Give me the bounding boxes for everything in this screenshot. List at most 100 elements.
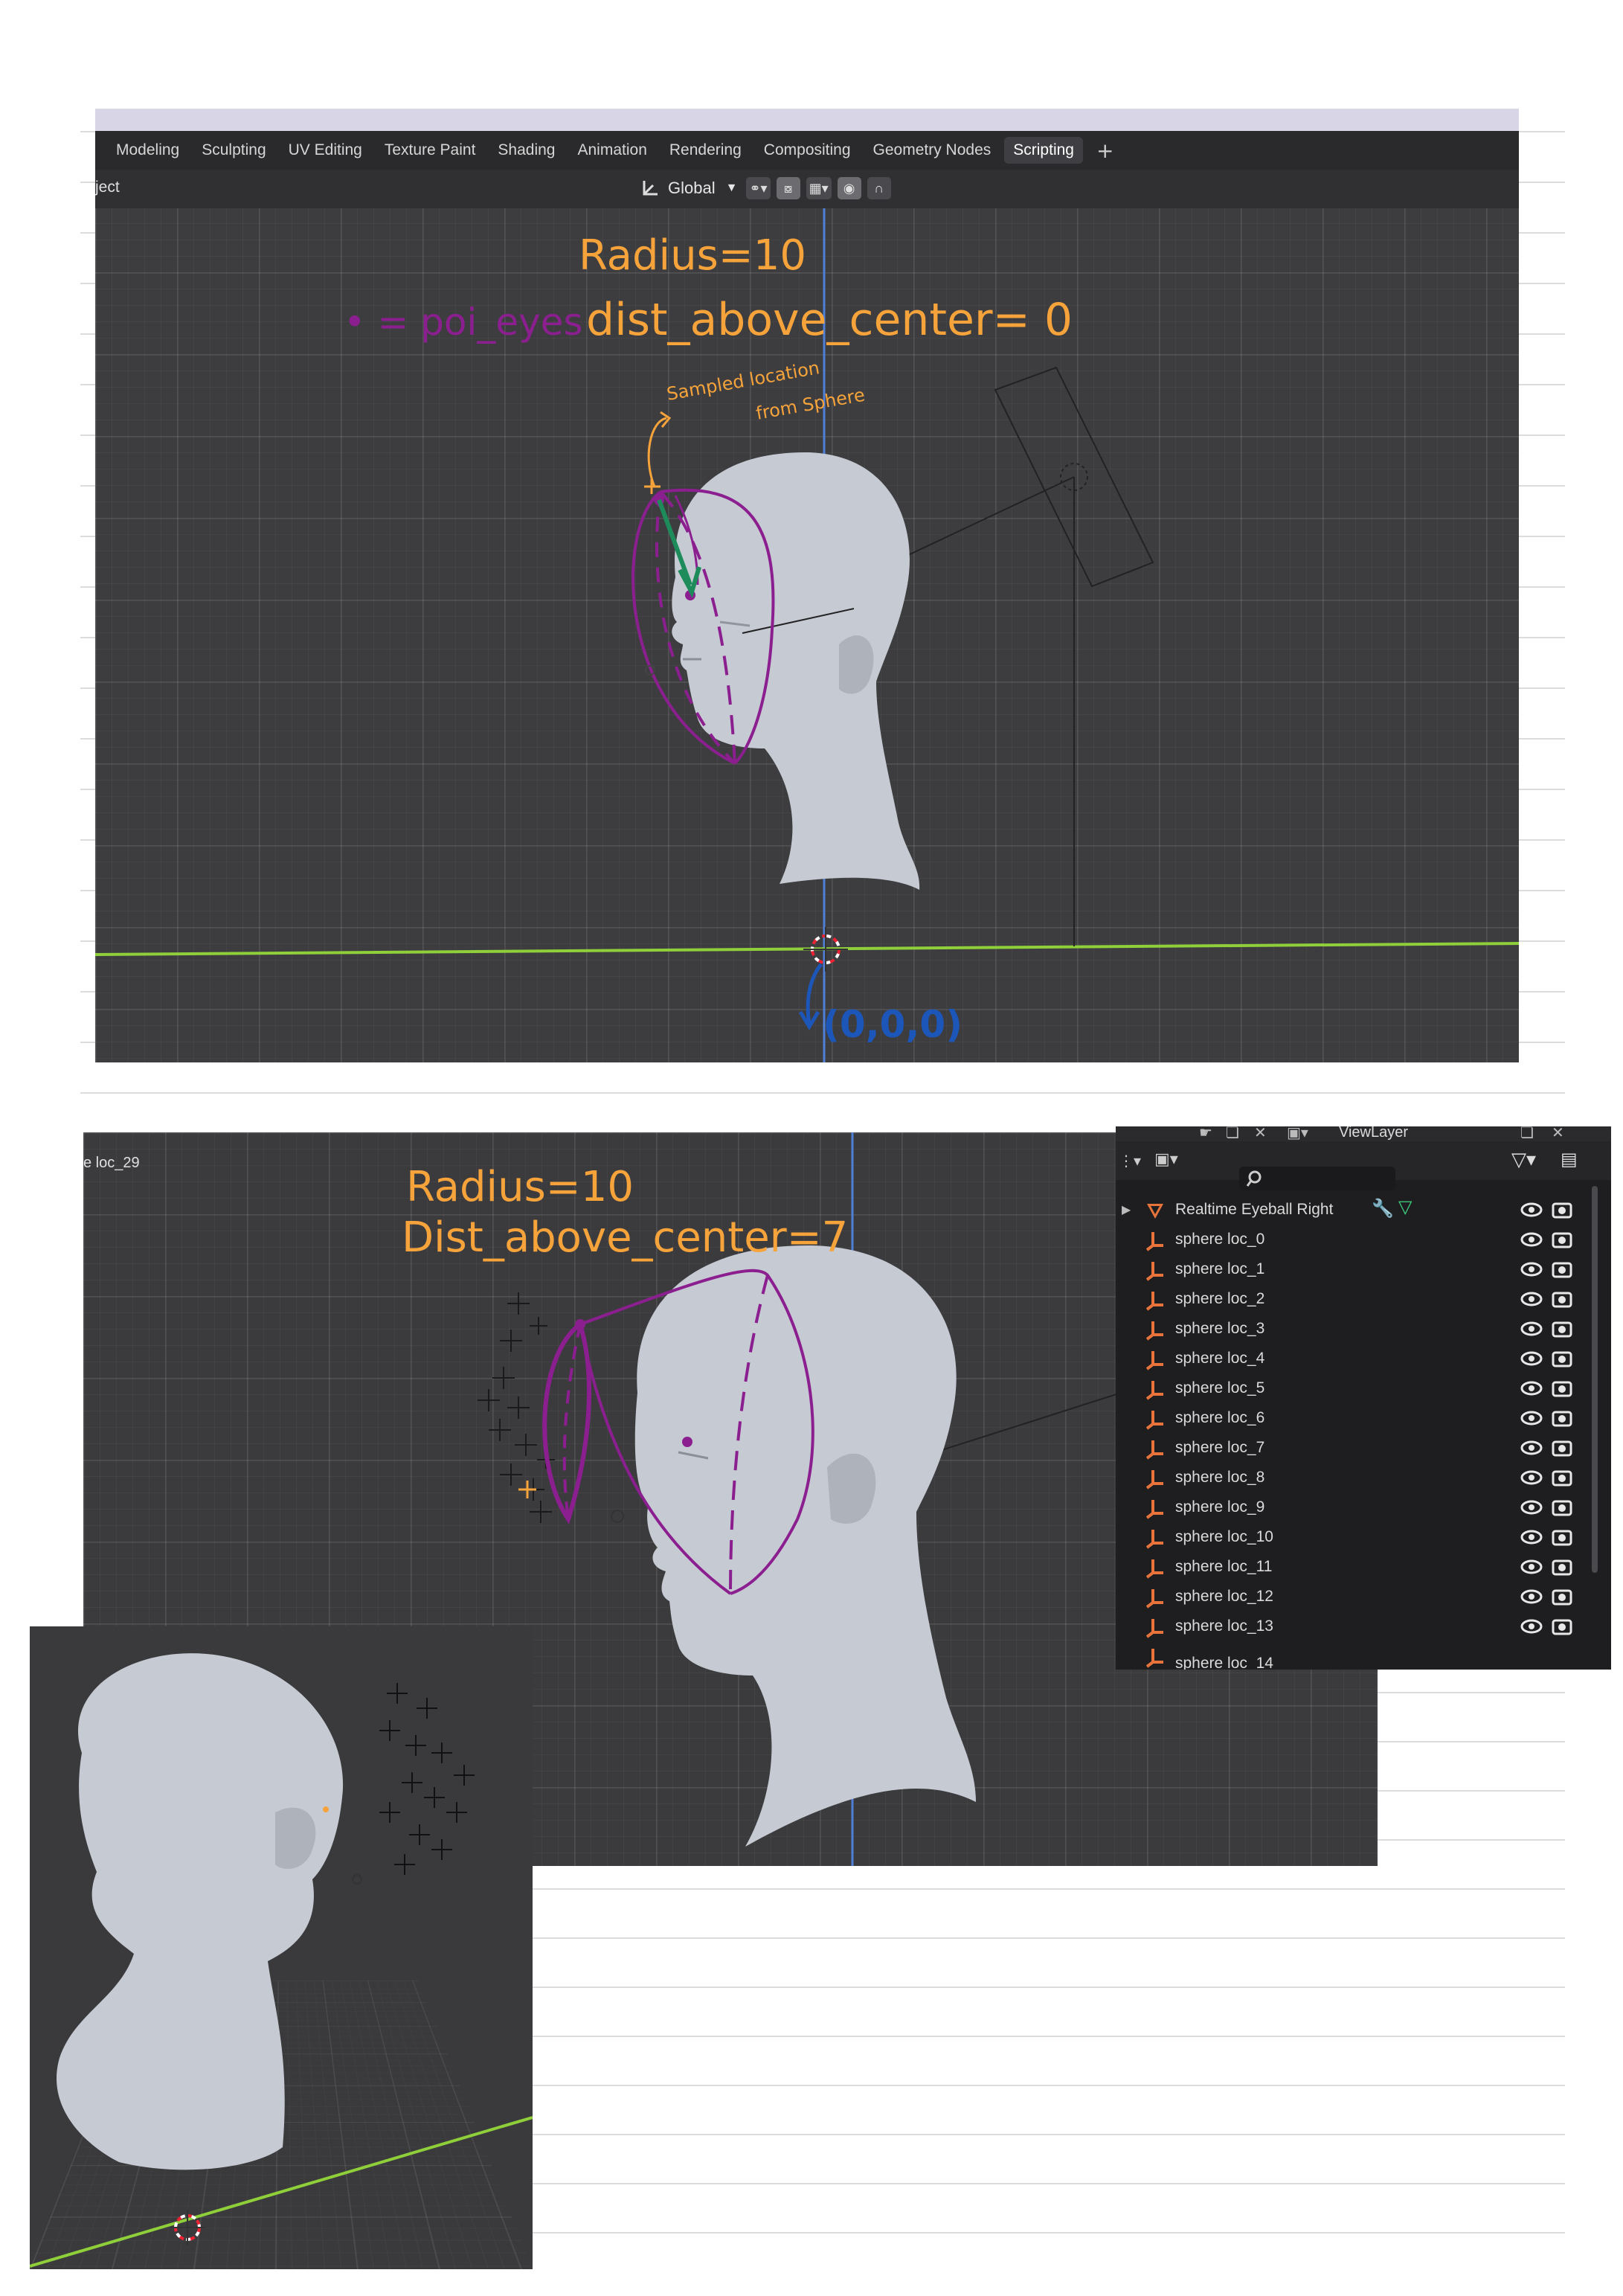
new-layer-icon[interactable]: ❏ [1520,1126,1534,1141]
outliner-top-header: ☛ ❏ ✕ ▣▾ ViewLayer ❏ ✕ [1116,1126,1611,1141]
outliner-panel: ☛ ❏ ✕ ▣▾ ViewLayer ❏ ✕ ⋮▾ ▣▾ ▽▾ ▤ ▶ Real… [1116,1126,1611,1670]
outliner-item-label: sphere loc_14 [1175,1655,1273,1670]
outliner-item-label: sphere loc_3 [1175,1320,1265,1337]
eye-icon[interactable] [1520,1321,1543,1336]
outliner-parent-row[interactable]: ▶ Realtime Eyeball Right 🔧 ▽ [1116,1195,1592,1225]
legend-poi-eyes: • = poi_eyes [344,301,583,344]
pin-icon[interactable]: ☛ [1199,1126,1212,1141]
sampled-point [323,1806,329,1812]
camera-icon[interactable] [1552,1498,1572,1516]
expand-arrow-icon[interactable]: ▶ [1122,1202,1131,1217]
new-scene-icon[interactable]: ❏ [1226,1126,1239,1141]
eye-icon[interactable] [1520,1470,1543,1485]
empty-object-icon [1145,1232,1163,1251]
camera-icon[interactable] [1552,1320,1572,1338]
empty-object-icon [1145,1440,1163,1460]
filter-icon[interactable]: ▽▾ [1511,1149,1536,1171]
parent-object-label: Realtime Eyeball Right [1175,1201,1334,1218]
outliner-item[interactable]: sphere loc_13 [1116,1612,1592,1641]
outliner-item-label: sphere loc_9 [1175,1498,1265,1516]
radius-annotation: Radius=10 [406,1163,634,1211]
camera-icon[interactable] [1552,1558,1572,1576]
sampled-pointer [644,411,672,494]
eye-icon[interactable] [1520,1411,1543,1426]
close-icon[interactable]: ✕ [1254,1126,1267,1141]
empty-object-icon [1145,1321,1163,1341]
outliner-item-label: sphere loc_6 [1175,1409,1265,1426]
camera-icon[interactable] [1552,1439,1572,1457]
eye-icon[interactable] [1520,1619,1543,1634]
wrench-icon[interactable]: 🔧 [1372,1198,1394,1219]
outliner-item-label: sphere loc_2 [1175,1290,1265,1307]
radius-annotation: Radius=10 [579,231,806,280]
outliner-item[interactable]: sphere loc_2 [1116,1284,1592,1314]
camera-icon[interactable] [1552,1617,1572,1635]
outliner-item[interactable]: sphere loc_6 [1116,1403,1592,1433]
display-mode-icon[interactable]: ▣▾ [1154,1150,1178,1169]
outliner-filter-bar: ⋮▾ ▣▾ ▽▾ ▤ [1116,1141,1611,1190]
outliner-item[interactable]: sphere loc_1 [1116,1254,1592,1284]
outliner-item[interactable]: sphere loc_5 [1116,1373,1592,1403]
eye-icon[interactable] [1520,1351,1543,1366]
dist-annotation: Dist_above_center=7 [402,1213,848,1262]
camera-icon[interactable] [1552,1379,1572,1397]
outliner-item[interactable]: sphere loc_10 [1116,1522,1592,1552]
empty-object-icon [1145,1411,1163,1430]
view-layer-icon[interactable]: ▣▾ [1287,1126,1308,1141]
camera-icon[interactable] [1552,1231,1572,1248]
camera-icon[interactable] [1552,1201,1572,1219]
empty-marker [352,1874,362,1885]
from-sphere-note: from Sphere [754,385,867,424]
eye-icon[interactable] [1520,1559,1543,1574]
outliner-item-label: sphere loc_8 [1175,1469,1265,1486]
new-collection-icon[interactable]: ▤ [1561,1149,1578,1170]
camera-icon[interactable] [1552,1260,1572,1278]
camera-icon[interactable] [1552,1588,1572,1606]
editor-type-icon[interactable]: ⋮▾ [1119,1152,1141,1170]
outliner-item-label: sphere loc_12 [1175,1588,1273,1605]
eye-icon[interactable] [1520,1440,1543,1455]
empty-object-icon [1145,1589,1163,1609]
eye-icon[interactable] [1520,1500,1543,1515]
camera-icon[interactable] [1552,1409,1572,1427]
origin-arrow [798,963,823,1030]
eye-icon[interactable] [1520,1381,1543,1396]
outliner-item[interactable]: sphere loc_0 [1116,1225,1592,1254]
outliner-item-label: sphere loc_0 [1175,1231,1265,1248]
camera-icon[interactable] [1552,1469,1572,1487]
outliner-item-label: sphere loc_10 [1175,1528,1273,1545]
outliner-item[interactable]: sphere loc_8 [1116,1463,1592,1492]
3d-cursor-icon [803,927,848,972]
camera-icon[interactable] [1552,1350,1572,1367]
outliner-item[interactable]: sphere loc_12 [1116,1582,1592,1612]
camera-icon[interactable] [1552,1290,1572,1308]
outliner-item[interactable]: sphere loc_9 [1116,1492,1592,1522]
empty-object-icon [1145,1530,1163,1549]
view-layer-name[interactable]: ViewLayer [1339,1126,1408,1141]
outliner-item[interactable]: sphere loc_7 [1116,1433,1592,1463]
outliner-item-label: sphere loc_4 [1175,1350,1265,1367]
mesh-data-icon[interactable]: ▽ [1398,1196,1412,1218]
eye-icon[interactable] [1520,1262,1543,1277]
eye-icon[interactable] [1520,1202,1543,1217]
empty-object-icon [1145,1262,1163,1281]
origin-annotation: (0,0,0) [823,1003,962,1046]
head-model [672,452,920,890]
eye-icon[interactable] [1520,1530,1543,1545]
outliner-item-label: sphere loc_1 [1175,1260,1265,1277]
outliner-item[interactable]: sphere loc_11 [1116,1552,1592,1582]
outliner-item[interactable]: sphere loc_3 [1116,1314,1592,1344]
viewport-scene-3 [30,1653,533,2268]
empty-object-icon [1145,1292,1163,1311]
camera-icon[interactable] [1552,1528,1572,1546]
outliner-item[interactable]: sphere loc_14 [1116,1641,1592,1670]
empty-object-icon [1145,1470,1163,1489]
eye-icon[interactable] [1520,1232,1543,1247]
eye-icon[interactable] [1520,1292,1543,1306]
remove-layer-icon[interactable]: ✕ [1552,1126,1564,1141]
outliner-scrollbar[interactable] [1592,1186,1598,1573]
search-input[interactable] [1239,1167,1395,1190]
blender-screenshot-perspective [30,1626,533,2269]
outliner-item[interactable]: sphere loc_4 [1116,1344,1592,1373]
eye-icon[interactable] [1520,1589,1543,1604]
